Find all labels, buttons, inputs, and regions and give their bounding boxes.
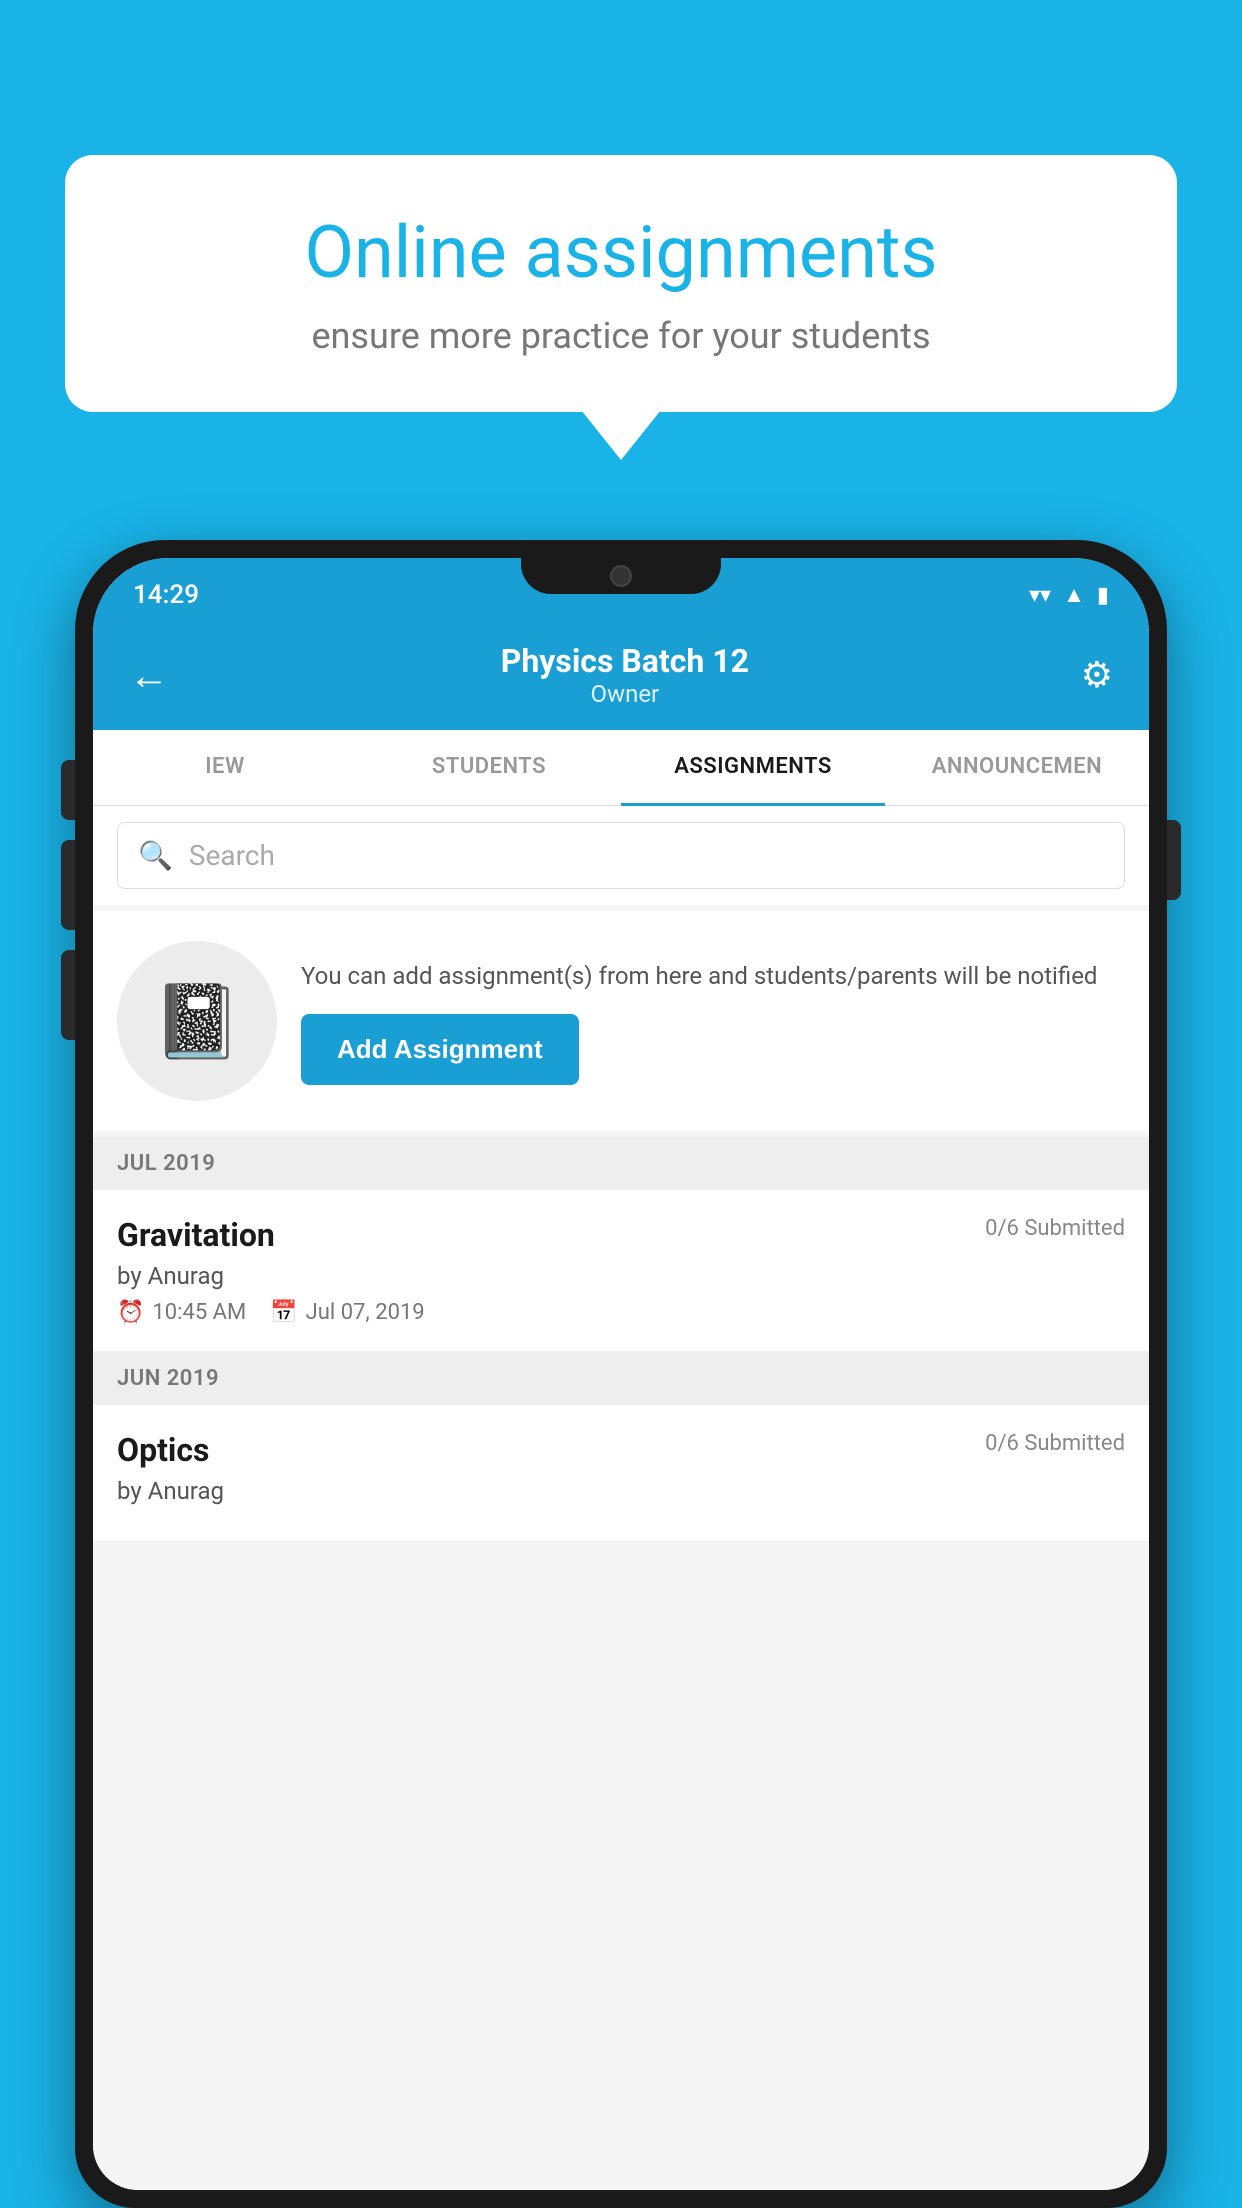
speech-bubble: Online assignments ensure more practice … [65, 155, 1177, 412]
status-time: 14:29 [133, 580, 199, 610]
status-icons: ▾▾ ▲ ▮ [1029, 582, 1109, 608]
assignment-meta: ⏰ 10:45 AM 📅 Jul 07, 2019 [117, 1300, 1125, 1325]
header-title-area: Physics Batch 12 Owner [501, 642, 749, 708]
phone-volume-up [61, 840, 75, 930]
assignment-name: Gravitation [117, 1216, 275, 1254]
phone-volume-silent [61, 760, 75, 820]
speech-bubble-title: Online assignments [125, 210, 1117, 295]
tab-iew[interactable]: IEW [93, 730, 357, 806]
assignment-date: 📅 Jul 07, 2019 [270, 1300, 424, 1325]
assignment-item-gravitation[interactable]: Gravitation 0/6 Submitted by Anurag ⏰ 10… [93, 1190, 1149, 1352]
phone-power-button [1167, 820, 1181, 900]
section-header-jun: JUN 2019 [93, 1352, 1149, 1405]
tab-students[interactable]: STUDENTS [357, 730, 621, 806]
assignment-submitted-optics: 0/6 Submitted [985, 1431, 1125, 1456]
speech-bubble-subtitle: ensure more practice for your students [125, 315, 1117, 357]
settings-button[interactable]: ⚙ [1081, 654, 1113, 696]
assignment-header-row: Gravitation 0/6 Submitted [117, 1216, 1125, 1254]
add-assignment-description: You can add assignment(s) from here and … [301, 958, 1125, 994]
assignment-author: by Anurag [117, 1262, 1125, 1290]
app-header: ← Physics Batch 12 Owner ⚙ [93, 624, 1149, 730]
tab-assignments[interactable]: ASSIGNMENTS [621, 730, 885, 806]
wifi-icon: ▾▾ [1029, 583, 1051, 608]
clock-icon: ⏰ [117, 1300, 144, 1325]
phone-volume-down [61, 950, 75, 1040]
add-assignment-button[interactable]: Add Assignment [301, 1014, 579, 1085]
assignment-header-row-optics: Optics 0/6 Submitted [117, 1431, 1125, 1469]
assignment-submitted: 0/6 Submitted [985, 1216, 1125, 1241]
assignment-name-optics: Optics [117, 1431, 209, 1469]
main-content: 🔍 Search 📓 You can add assignment(s) fro… [93, 806, 1149, 2190]
add-assignment-right: You can add assignment(s) from here and … [301, 958, 1125, 1085]
tabs-bar: IEW STUDENTS ASSIGNMENTS ANNOUNCEMEN [93, 730, 1149, 806]
battery-icon: ▮ [1097, 583, 1109, 608]
phone-screen: 14:29 ▾▾ ▲ ▮ ← Physics Batch 12 Owner ⚙ … [93, 558, 1149, 2190]
section-header-jul: JUL 2019 [93, 1137, 1149, 1190]
search-container: 🔍 Search [93, 806, 1149, 905]
assignment-item-optics[interactable]: Optics 0/6 Submitted by Anurag [93, 1405, 1149, 1542]
phone-notch [521, 558, 721, 594]
header-subtitle: Owner [501, 680, 749, 708]
assignment-icon-circle: 📓 [117, 941, 277, 1101]
assignment-author-optics: by Anurag [117, 1477, 1125, 1505]
assignment-time-value: 10:45 AM [152, 1300, 246, 1325]
phone-frame: 14:29 ▾▾ ▲ ▮ ← Physics Batch 12 Owner ⚙ … [75, 540, 1167, 2208]
assignment-date-value: Jul 07, 2019 [306, 1300, 425, 1325]
calendar-icon: 📅 [270, 1300, 297, 1325]
phone-camera [610, 565, 632, 587]
assignment-time: ⏰ 10:45 AM [117, 1300, 246, 1325]
search-placeholder: Search [189, 839, 275, 872]
search-bar[interactable]: 🔍 Search [117, 822, 1125, 889]
speech-bubble-wrapper: Online assignments ensure more practice … [65, 155, 1177, 412]
back-button[interactable]: ← [129, 652, 169, 699]
add-assignment-section: 📓 You can add assignment(s) from here an… [93, 911, 1149, 1131]
search-icon: 🔍 [138, 839, 173, 872]
signal-icon: ▲ [1063, 582, 1085, 608]
notebook-icon: 📓 [152, 979, 242, 1064]
tab-announcements[interactable]: ANNOUNCEMEN [885, 730, 1149, 806]
header-title: Physics Batch 12 [501, 642, 749, 680]
